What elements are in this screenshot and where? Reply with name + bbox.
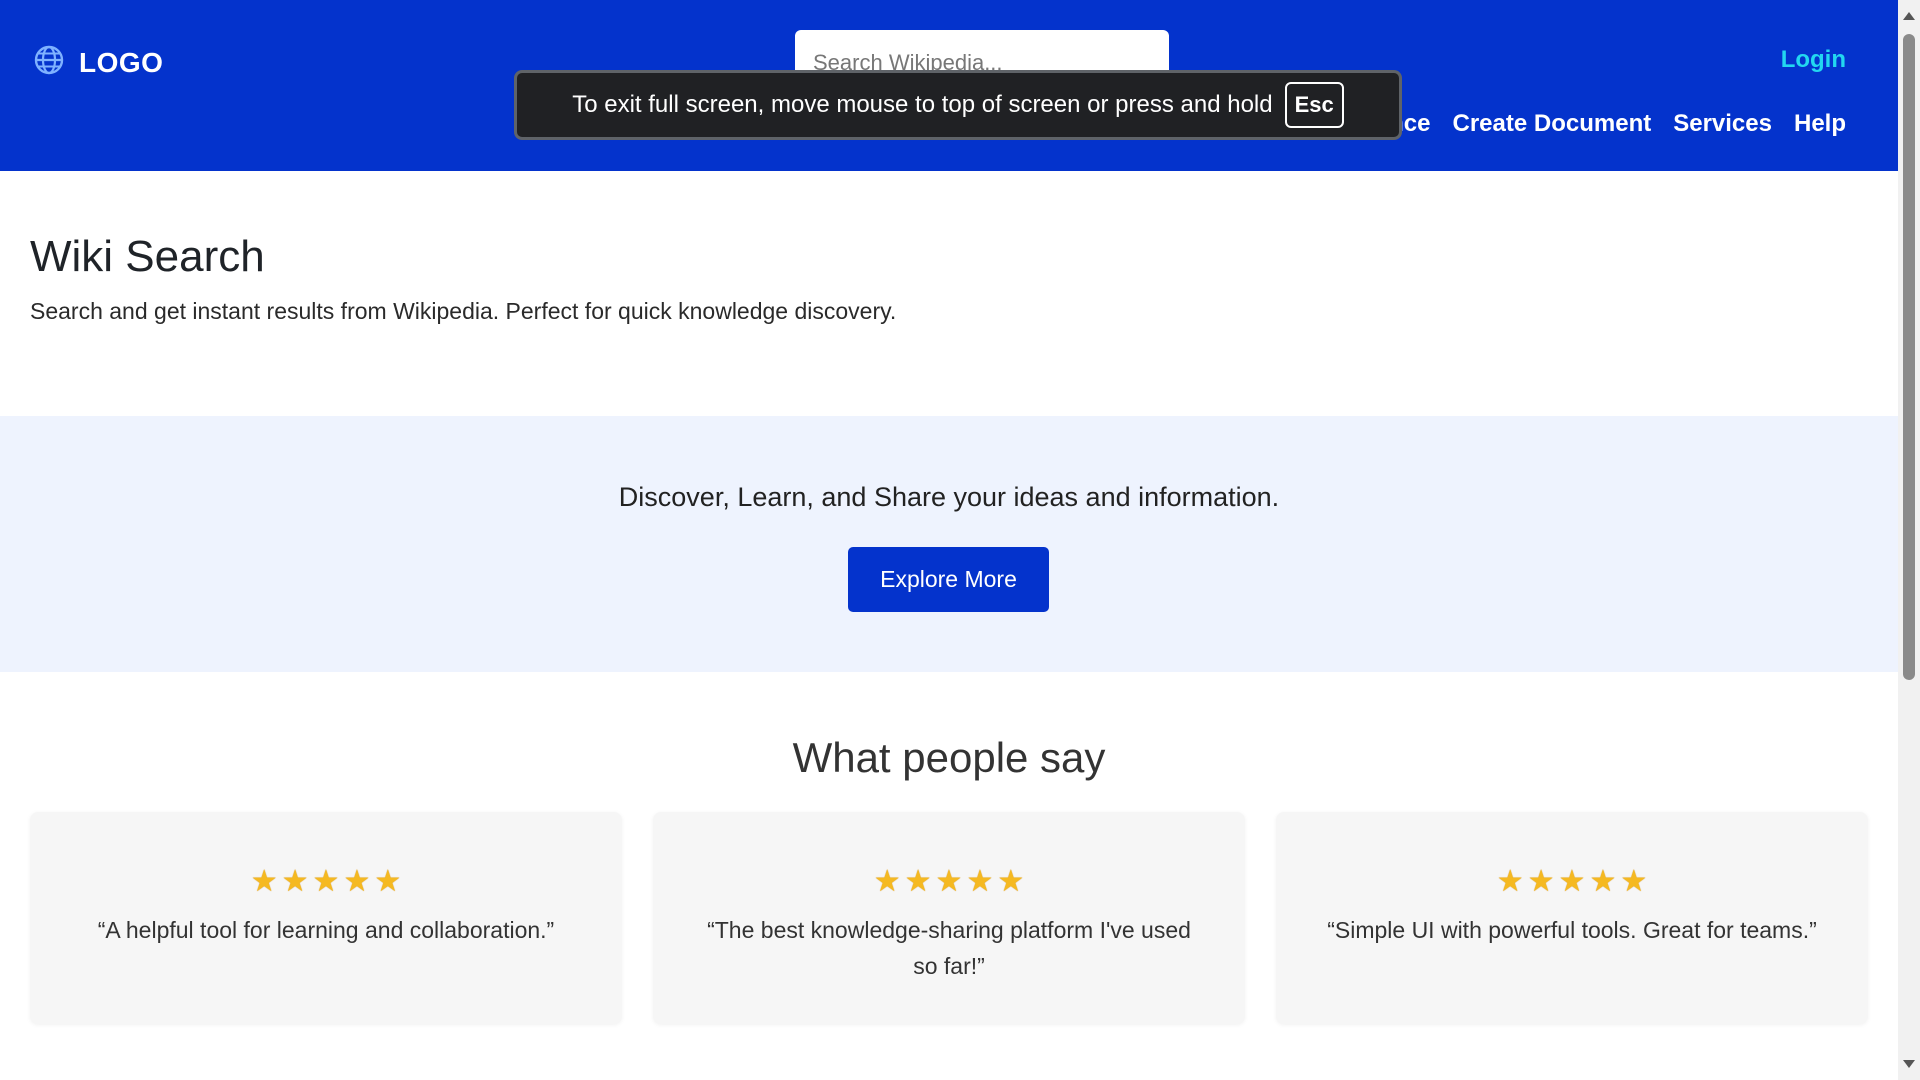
login-link[interactable]: Login (1781, 46, 1846, 74)
testimonials-title: What people say (792, 734, 1106, 781)
star-icon: ★ (250, 865, 278, 898)
testimonial-card: ★ ★ ★ ★ ★ “A helpful tool for learning and c… (30, 812, 622, 1024)
logo[interactable]: LOGO (33, 44, 163, 81)
nav-item-create-document[interactable]: Create Document (1453, 110, 1652, 138)
star-icon: ★ (374, 865, 402, 898)
star-icon: ★ (1620, 865, 1648, 898)
star-rating: ★ ★ ★ ★ ★ (653, 864, 1245, 899)
testimonial-quote: “The best knowledge-sharing platform I'v… (707, 917, 1191, 979)
scroll-down-arrow-icon[interactable] (1903, 1060, 1915, 1068)
testimonial-quote: “A helpful tool for learning and collabo… (97, 917, 555, 943)
logo-text: LOGO (79, 46, 164, 78)
vertical-scrollbar[interactable] (1898, 0, 1920, 1080)
scroll-thumb[interactable] (1903, 34, 1915, 680)
star-icon: ★ (1558, 865, 1586, 898)
cta-banner: Discover, Learn, and Share your ideas an… (0, 416, 1898, 672)
star-icon: ★ (343, 865, 371, 898)
star-icon: ★ (1589, 865, 1617, 898)
star-rating: ★ ★ ★ ★ ★ (30, 864, 622, 899)
star-icon: ★ (873, 865, 901, 898)
nav-item-help[interactable]: Help (1794, 110, 1846, 138)
page-title: Wiki Search (30, 232, 265, 281)
star-icon: ★ (935, 865, 963, 898)
banner-text: Discover, Learn, and Share your ideas an… (618, 482, 1280, 512)
testimonial-quote: “Simple UI with powerful tools. Great fo… (1327, 917, 1817, 943)
nav-item-services[interactable]: Services (1673, 110, 1772, 138)
fullscreen-exit-toast: To exit full screen, move mouse to top o… (514, 70, 1402, 140)
star-icon: ★ (1496, 865, 1524, 898)
star-icon: ★ (966, 865, 994, 898)
globe-icon (33, 44, 65, 81)
star-icon: ★ (997, 865, 1025, 898)
fullscreen-toast-text: To exit full screen, move mouse to top o… (572, 91, 1273, 118)
scroll-up-arrow-icon[interactable] (1903, 12, 1915, 20)
main-nav: rience Create Document Services Help (1360, 110, 1846, 138)
star-icon: ★ (1527, 865, 1555, 898)
testimonial-card: ★ ★ ★ ★ ★ “The best knowledge-sharing platfo… (653, 812, 1245, 1024)
star-rating: ★ ★ ★ ★ ★ (1276, 864, 1868, 899)
star-icon: ★ (281, 865, 309, 898)
explore-more-button[interactable]: Explore More (848, 547, 1049, 612)
esc-key-badge: Esc (1284, 82, 1344, 128)
star-icon: ★ (904, 865, 932, 898)
star-icon: ★ (312, 865, 340, 898)
testimonial-card: ★ ★ ★ ★ ★ “Simple UI with powerful tools. Gr… (1276, 812, 1868, 1024)
page-description: Search and get instant results from Wiki… (30, 298, 897, 324)
